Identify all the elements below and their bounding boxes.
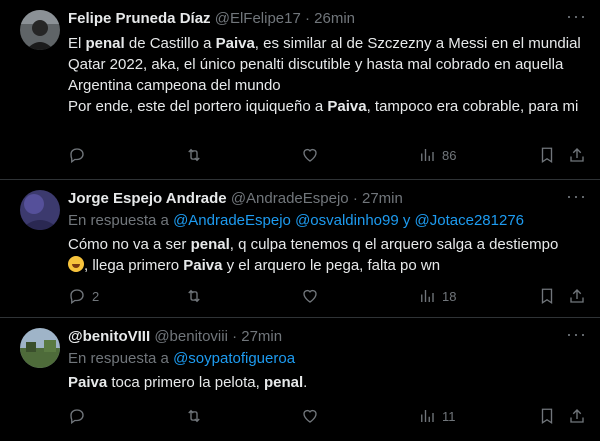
text-segment: Cómo no va a ser bbox=[68, 236, 191, 253]
separator: · bbox=[305, 10, 310, 27]
avatar[interactable] bbox=[20, 10, 60, 50]
bookmark-button[interactable] bbox=[538, 286, 556, 306]
timestamp[interactable]: 26min bbox=[314, 10, 355, 27]
views-icon bbox=[421, 410, 434, 422]
share-button[interactable] bbox=[568, 406, 586, 426]
reply-button[interactable] bbox=[68, 145, 86, 165]
more-icon[interactable]: ··· bbox=[566, 7, 586, 30]
bookmark-button[interactable] bbox=[538, 406, 556, 426]
share-icon bbox=[570, 148, 584, 162]
reply-mention[interactable]: @Jotace281276 bbox=[415, 212, 524, 229]
author-name[interactable]: @benitoVIII bbox=[68, 328, 150, 345]
tweet-header: Jorge Espejo Andrade @AndradeEspejo · 27… bbox=[68, 189, 403, 209]
retweet-icon bbox=[188, 409, 200, 423]
reply-button[interactable] bbox=[68, 406, 86, 426]
views-icon bbox=[421, 290, 434, 302]
reply-button[interactable]: 2 bbox=[68, 286, 99, 306]
author-handle[interactable]: @AndradeEspejo bbox=[231, 190, 349, 207]
heart-icon bbox=[303, 148, 317, 162]
reply-mention[interactable]: @AndradeEspejo bbox=[173, 212, 291, 229]
tweet[interactable]: Felipe Pruneda Díaz @ElFelipe17 · 26min … bbox=[0, 0, 600, 180]
heart-icon bbox=[303, 409, 317, 423]
views-button[interactable]: 86 bbox=[418, 145, 456, 165]
share-icon bbox=[570, 289, 584, 303]
text-segment: toca primero la pelota, bbox=[107, 374, 264, 391]
reply-icon bbox=[70, 409, 84, 425]
author-name[interactable]: Felipe Pruneda Díaz bbox=[68, 10, 211, 27]
views-count: 86 bbox=[442, 147, 457, 163]
avatar[interactable] bbox=[20, 190, 60, 230]
tweet-text: El penal de Castillo a Paiva, es similar… bbox=[68, 33, 586, 117]
reply-mention[interactable]: @soypatofigueroa bbox=[173, 350, 295, 367]
tweet[interactable]: @benitoVIII @benitoviii · 27min ··· En r… bbox=[0, 318, 600, 441]
highlighted-term: penal bbox=[85, 35, 125, 52]
highlighted-term: Paiva bbox=[215, 35, 255, 52]
highlighted-term: Paiva bbox=[183, 257, 223, 274]
more-icon[interactable]: ··· bbox=[566, 325, 586, 348]
timestamp[interactable]: 27min bbox=[362, 190, 403, 207]
share-icon bbox=[570, 409, 584, 423]
retweet-icon bbox=[188, 289, 200, 303]
reply-context: En respuesta a @soypatofigueroa bbox=[68, 349, 295, 369]
reply-context: En respuesta a @AndradeEspejo @osvaldinh… bbox=[68, 211, 524, 231]
bookmark-icon bbox=[541, 288, 553, 305]
avatar[interactable] bbox=[20, 328, 60, 368]
tweet[interactable]: Jorge Espejo Andrade @AndradeEspejo · 27… bbox=[0, 180, 600, 318]
timestamp[interactable]: 27min bbox=[241, 328, 282, 345]
tweet-text: Cómo no va a ser penal, q culpa tenemos … bbox=[68, 234, 586, 276]
text-segment: , tampoco era cobrable, para mi bbox=[366, 98, 579, 115]
separator: · bbox=[232, 328, 238, 345]
retweet-button[interactable] bbox=[185, 286, 203, 306]
heart-icon bbox=[303, 289, 317, 303]
rolling-laughing-emoji bbox=[68, 256, 84, 272]
text-segment: Por ende, este del portero iquiqueño a bbox=[68, 98, 328, 115]
retweet-button[interactable] bbox=[185, 145, 203, 165]
author-name[interactable]: Jorge Espejo Andrade bbox=[68, 190, 227, 207]
highlighted-term: Paiva bbox=[68, 374, 108, 391]
bookmark-button[interactable] bbox=[538, 145, 556, 165]
text-segment: , llega primero bbox=[84, 257, 184, 274]
like-button[interactable] bbox=[301, 406, 319, 426]
tweet-actions: 86 bbox=[68, 145, 588, 165]
reply-prefix: En respuesta a bbox=[68, 212, 174, 229]
share-button[interactable] bbox=[568, 145, 586, 165]
text-segment: El bbox=[68, 35, 86, 52]
views-icon bbox=[421, 149, 434, 161]
highlighted-term: penal bbox=[263, 374, 304, 391]
separator: · bbox=[352, 190, 358, 207]
tweet-text: Paiva toca primero la pelota, penal. bbox=[68, 372, 586, 393]
like-button[interactable] bbox=[301, 145, 319, 165]
more-icon[interactable]: ··· bbox=[566, 187, 586, 210]
text-segment: . bbox=[303, 374, 308, 391]
text-segment: , q culpa tenemos q el arquero salga a d… bbox=[229, 236, 559, 253]
tweet-header: Felipe Pruneda Díaz @ElFelipe17 · 26min bbox=[68, 9, 355, 29]
text-segment: de Castillo a bbox=[124, 35, 216, 52]
author-handle[interactable]: @ElFelipe17 bbox=[215, 10, 301, 27]
highlighted-term: Paiva bbox=[327, 98, 367, 115]
share-button[interactable] bbox=[568, 286, 586, 306]
like-button[interactable] bbox=[301, 286, 319, 306]
reply-joiner: y bbox=[402, 212, 411, 229]
reply-icon bbox=[70, 148, 84, 164]
bookmark-icon bbox=[541, 147, 553, 164]
reply-mention[interactable]: @osvaldinho99 bbox=[295, 212, 399, 229]
tweet-header: @benitoVIII @benitoviii · 27min bbox=[68, 327, 282, 347]
tweet-actions: 11 bbox=[68, 406, 588, 426]
bookmark-icon bbox=[541, 408, 553, 425]
retweet-icon bbox=[188, 148, 200, 162]
text-segment: y el arquero le pega, falta po wn bbox=[222, 257, 441, 274]
views-count: 11 bbox=[442, 408, 456, 424]
author-handle[interactable]: @benitoviii bbox=[154, 328, 228, 345]
reply-count: 2 bbox=[92, 288, 100, 304]
highlighted-term: penal bbox=[190, 236, 230, 253]
reply-icon bbox=[70, 289, 84, 305]
reply-prefix: En respuesta a bbox=[68, 350, 174, 367]
views-count: 18 bbox=[442, 288, 457, 304]
retweet-button[interactable] bbox=[185, 406, 203, 426]
tweet-actions: 2 18 bbox=[68, 286, 588, 306]
views-button[interactable]: 18 bbox=[418, 286, 456, 306]
views-button[interactable]: 11 bbox=[418, 406, 456, 426]
